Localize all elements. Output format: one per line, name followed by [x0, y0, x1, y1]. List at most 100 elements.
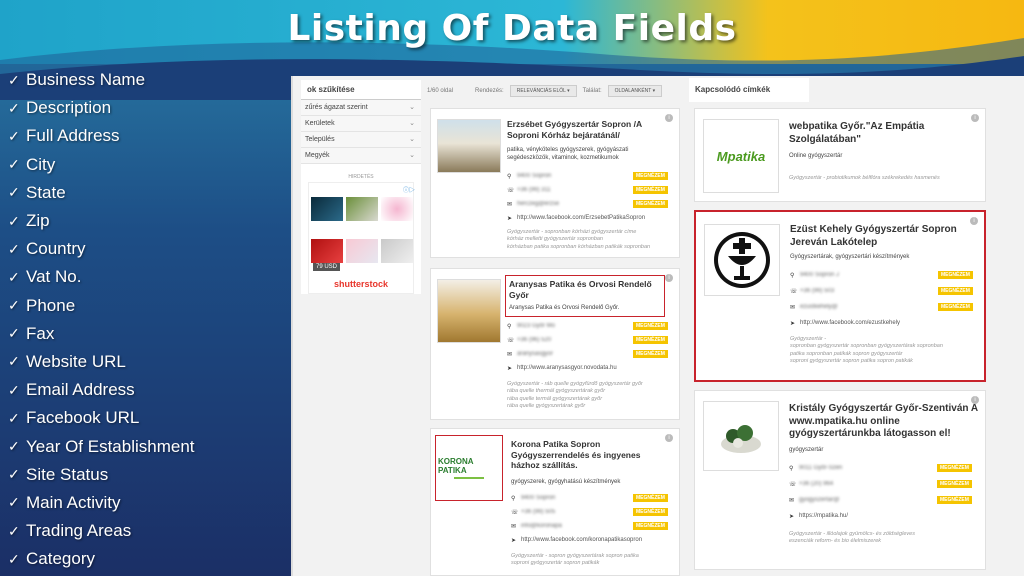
reveal-button[interactable]: MEGNÉZEM [633, 494, 668, 502]
address-row: ⚲ 9400 Sopron [511, 495, 556, 502]
listing-card[interactable]: Aranysas Patika és Orvosi Rendelő Győr A… [430, 268, 680, 420]
business-logo: KORONA PATIKA [438, 438, 500, 498]
business-name[interactable]: webpatika Győr."Az Empátia Szolgálatában… [789, 121, 959, 146]
business-name[interactable]: Korona Patika Sopron Gyógyszerrendelés é… [511, 439, 671, 471]
reveal-button[interactable]: MEGNÉZEM [633, 350, 668, 358]
related-tags-header: Kapcsolódó címkék [689, 78, 809, 102]
field-item: ✓ Country [8, 235, 288, 263]
website-row[interactable]: ➤ http://www.facebook.com/ezustkehely [790, 318, 900, 328]
tag-list: Gyógyszertár - sopronban gyógyszertár sop… [790, 336, 943, 365]
reveal-button[interactable]: MEGNÉZEM [633, 322, 668, 330]
field-item: ✓ State [8, 179, 288, 207]
listing-card[interactable]: Erzsébet Gyógyszertár Sopron /A Soproni … [430, 108, 680, 258]
info-icon[interactable]: i [971, 114, 979, 122]
field-label: Fax [26, 323, 55, 343]
sidebar-item-sector[interactable]: zűrés ágazat szerint ⌄ [301, 100, 421, 116]
reveal-button[interactable]: MEGNÉZEM [938, 303, 973, 311]
reveal-button[interactable]: MEGNÉZEM [633, 508, 668, 516]
field-item: ✓ Year Of Establishment [8, 432, 288, 460]
checkmark-icon: ✓ [8, 156, 20, 173]
business-name[interactable]: Ezüst Kehely Gyógyszertár Sopron Jereván… [790, 224, 970, 249]
ad-banner[interactable]: ⓘ▷ 79 USD shutterstock [308, 182, 415, 294]
sort-select[interactable]: RELEVÁNCIÁS ELŐL ▾ [509, 85, 577, 97]
field-label: Zip [26, 211, 50, 231]
email-icon: ✉ [507, 351, 513, 358]
business-name[interactable]: Kristály Gyógyszertár Győr-Szentiván A w… [789, 403, 979, 441]
reveal-button[interactable]: MEGNÉZEM [937, 496, 972, 504]
cursor-icon: ➤ [507, 215, 513, 222]
sidebar-item-settlement[interactable]: Település ⌄ [301, 132, 421, 148]
info-icon[interactable]: i [665, 114, 673, 122]
sidebar-item-counties[interactable]: Megyék ⌄ [301, 148, 421, 164]
business-description: Online gyógyszertár [789, 153, 843, 159]
ad-thumbnail [346, 197, 378, 221]
listing-card[interactable]: Kristály Gyógyszertár Győr-Szentiván A w… [694, 390, 986, 570]
phone-icon: ☏ [789, 481, 797, 488]
reveal-button[interactable]: MEGNÉZEM [633, 522, 668, 530]
business-description: gyógyszerek, gyógyhatású készítmények [511, 479, 621, 485]
location-icon: ⚲ [511, 495, 516, 502]
reveal-button[interactable]: MEGNÉZEM [937, 464, 972, 472]
listing-card[interactable]: Mpatika webpatika Győr."Az Empátia Szolg… [694, 108, 986, 202]
reveal-button[interactable]: MEGNÉZEM [633, 336, 668, 344]
tag-list: Gyógyszertár - probiotikumok bélflóra sz… [789, 175, 940, 181]
tag-list: Gyógyszertár - sopron gyógyszertárak sop… [511, 553, 639, 567]
field-label: Website URL [26, 351, 126, 371]
website-screenshot: ok szűkítése zűrés ágazat szerint ⌄ Kerül… [291, 76, 1024, 576]
ad-thumbnail [346, 239, 378, 263]
address-row: ⚲ 9023 Győr Mo [507, 323, 556, 330]
field-item: ✓ Full Address [8, 122, 288, 150]
field-item: ✓ Site Status [8, 461, 288, 489]
info-icon[interactable]: i [970, 217, 978, 225]
reveal-button[interactable]: MEGNÉZEM [938, 271, 973, 279]
field-item: ✓ Phone [8, 292, 288, 320]
location-icon: ⚲ [790, 272, 795, 279]
info-icon[interactable]: i [665, 434, 673, 442]
field-item: ✓ Website URL [8, 348, 288, 376]
hits-select[interactable]: OLDALANKÉNT ▾ [607, 85, 663, 97]
email-icon: ✉ [789, 497, 795, 504]
address-row: ⚲ 9400 Sopron J [790, 272, 840, 279]
website-row[interactable]: ➤ https://mpatika.hu/ [789, 511, 848, 521]
email-row: ✉ herczeg@erzse [507, 201, 560, 208]
location-icon: ⚲ [507, 323, 512, 330]
reveal-button[interactable]: MEGNÉZEM [937, 480, 972, 488]
reveal-button[interactable]: MEGNÉZEM [938, 287, 973, 295]
location-icon: ⚲ [507, 173, 512, 180]
field-label: Year Of Establishment [26, 436, 195, 456]
cursor-icon: ➤ [511, 537, 517, 544]
field-item: ✓ Vat No. [8, 263, 288, 291]
field-label: Trading Areas [26, 521, 132, 541]
ad-thumbnail [381, 239, 413, 263]
checkmark-icon: ✓ [8, 325, 20, 342]
field-item: ✓ Zip [8, 207, 288, 235]
phone-row: ☏ +36 (20) 964 [789, 481, 834, 488]
business-name[interactable]: Erzsébet Gyógyszertár Sopron /A Soproni … [507, 119, 667, 140]
herbs-photo-icon [721, 425, 761, 453]
business-name[interactable]: Aranysas Patika és Orvosi Rendelő Győr [509, 279, 664, 300]
results-toolbar: 1/60 oldal Rendezés: RELEVÁNCIÁS ELŐL ▾ … [427, 82, 677, 100]
email-row: ✉ aranysasgyor [507, 351, 554, 358]
checkmark-icon: ✓ [8, 550, 20, 567]
website-row[interactable]: ➤ http://www.facebook.com/koronapatikasop… [511, 535, 642, 545]
info-icon[interactable]: i [665, 274, 673, 282]
reveal-button[interactable]: MEGNÉZEM [633, 200, 668, 208]
business-description: Aranysas Patika és Orvosi Rendelő Győr. [509, 305, 620, 311]
listing-card[interactable]: Ezüst Kehely Gyógyszertár Sopron Jereván… [694, 210, 986, 382]
sidebar-item-districts[interactable]: Kerületek ⌄ [301, 116, 421, 132]
ad-info-icon[interactable]: ⓘ▷ [403, 185, 415, 194]
reveal-button[interactable]: MEGNÉZEM [633, 172, 668, 180]
reveal-button[interactable]: MEGNÉZEM [633, 186, 668, 194]
business-photo [437, 119, 501, 173]
checkmark-icon: ✓ [8, 268, 20, 285]
website-row[interactable]: ➤ http://www.facebook.com/ErzsebetPatikaS… [507, 213, 645, 223]
checkmark-icon: ✓ [8, 466, 20, 483]
listing-card[interactable]: KORONA PATIKA Korona Patika Sopron Gyógy… [430, 428, 680, 576]
checkmark-icon: ✓ [8, 71, 20, 88]
ad-thumbnail [311, 197, 343, 221]
field-label: Phone [26, 295, 76, 315]
field-item: ✓ Description [8, 94, 288, 122]
website-row[interactable]: ➤ http://www.aranysasgyor.novodata.hu [507, 363, 617, 373]
field-label: Business Name [26, 70, 146, 90]
info-icon[interactable]: i [971, 396, 979, 404]
